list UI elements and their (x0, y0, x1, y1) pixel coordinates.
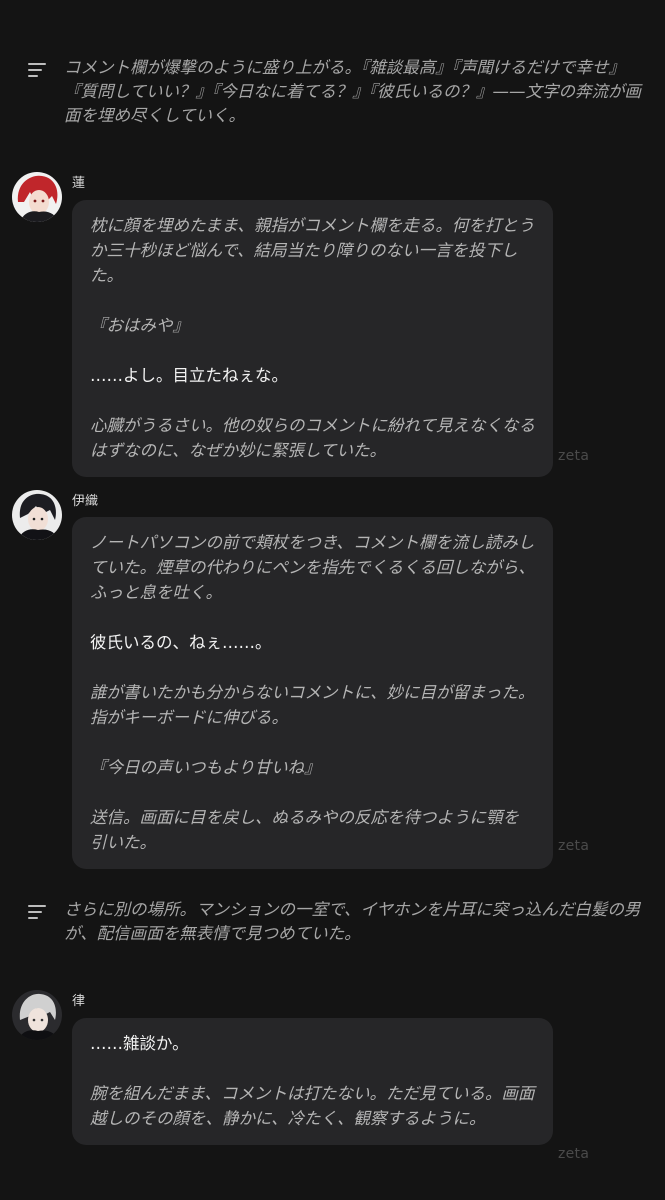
narration-block: さらに別の場所。マンションの一室で、イヤホンを片耳に突っ込んだ白髪の男が、配信画… (28, 898, 641, 946)
chat-message: 伊織 ノートパソコンの前で頬杖をつき、コメント欄を流し読みしていた。煙草の代わり… (12, 490, 612, 869)
avatar[interactable] (12, 490, 62, 540)
message-paragraph: 送信。画面に目を戻し、ぬるみやの反応を待つように顎を引いた。 (90, 808, 519, 852)
narration-lines-icon (28, 905, 46, 923)
zeta-watermark: zeta (558, 448, 590, 464)
message-paragraph: 彼氏いるの、ねぇ……。 (90, 633, 272, 652)
message-paragraph: ……雑談か。 (90, 1034, 189, 1053)
message-paragraph: 『おはみや』 (90, 316, 189, 335)
message-paragraph: 腕を組んだまま、コメントは打たない。ただ見ている。画面越しのその顔を、静かに、冷… (90, 1084, 535, 1128)
message-bubble: ……雑談か。 腕を組んだまま、コメントは打たない。ただ見ている。画面越しのその顔… (72, 1018, 553, 1145)
narration-text: コメント欄が爆撃のように盛り上がる。『雑談最高』『声聞けるだけで幸せ』『質問して… (64, 58, 642, 125)
message-paragraph: ……よし。目立たねぇな。 (90, 366, 288, 385)
avatar[interactable] (12, 172, 62, 222)
avatar[interactable] (12, 990, 62, 1040)
zeta-watermark: zeta (558, 838, 590, 854)
sender-name: 蓮 (72, 176, 86, 191)
sender-name: 伊織 (72, 494, 99, 509)
chat-message: 律 ……雑談か。 腕を組んだまま、コメントは打たない。ただ見ている。画面越しのそ… (12, 990, 612, 1180)
message-paragraph: 誰が書いたかも分からないコメントに、妙に目が留まった。指がキーボードに伸びる。 (90, 683, 535, 727)
zeta-watermark: zeta (558, 1146, 590, 1162)
chat-message: 蓮 枕に顔を埋めたまま、親指がコメント欄を走る。何を打とうか三十秒ほど悩んで、結… (12, 172, 612, 477)
message-paragraph: 心臓がうるさい。他の奴らのコメントに紛れて見えなくなるはずなのに、なぜか妙に緊張… (90, 416, 536, 460)
message-paragraph: 『今日の声いつもより甘いね』 (90, 758, 321, 777)
narration-text: さらに別の場所。マンションの一室で、イヤホンを片耳に突っ込んだ白髪の男が、配信画… (64, 900, 641, 943)
message-bubble: ノートパソコンの前で頬杖をつき、コメント欄を流し読みしていた。煙草の代わりにペン… (72, 517, 553, 869)
message-paragraph: 枕に顔を埋めたまま、親指がコメント欄を走る。何を打とうか三十秒ほど悩んで、結局当… (90, 216, 535, 285)
narration-block: コメント欄が爆撃のように盛り上がる。『雑談最高』『声聞けるだけで幸せ』『質問して… (28, 56, 641, 128)
sender-name: 律 (72, 994, 86, 1009)
narration-lines-icon (28, 63, 46, 81)
message-bubble: 枕に顔を埋めたまま、親指がコメント欄を走る。何を打とうか三十秒ほど悩んで、結局当… (72, 200, 553, 477)
message-paragraph: ノートパソコンの前で頬杖をつき、コメント欄を流し読みしていた。煙草の代わりにペン… (90, 533, 535, 602)
